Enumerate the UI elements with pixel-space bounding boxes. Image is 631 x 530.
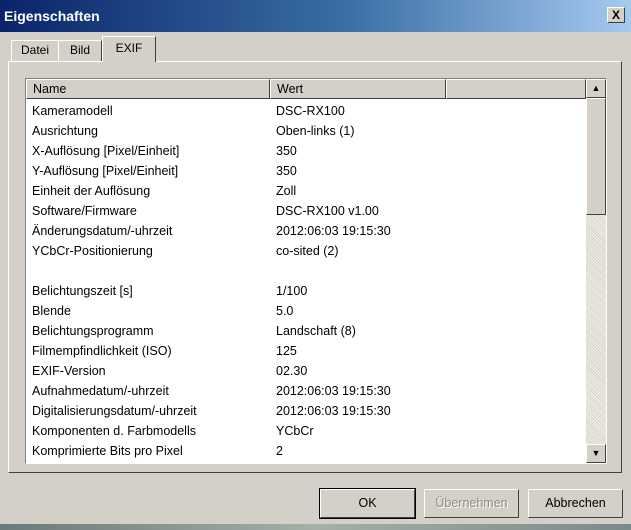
column-header-spacer xyxy=(446,79,586,99)
row-value: Oben-links (1) xyxy=(276,124,355,138)
row-name: Ausrichtung xyxy=(32,124,99,138)
scroll-thumb[interactable] xyxy=(586,98,606,215)
scroll-up-icon: ▲ xyxy=(591,83,601,93)
table-row[interactable]: Software/Firmware DSC-RX100 v1.00 xyxy=(26,201,586,221)
row-value: Zoll xyxy=(276,184,297,198)
row-value: DSC-RX100 xyxy=(276,104,345,118)
table-row[interactable]: Aufnahmedatum/-uhrzeit 2012:06:03 19:15:3… xyxy=(26,381,586,401)
table-row[interactable]: Filmempfindlichkeit (ISO) 125 xyxy=(26,341,586,361)
table-row[interactable]: Ausrichtung Oben-links (1) xyxy=(26,121,586,141)
row-value: 2 xyxy=(276,444,283,458)
window-title: Eigenschaften xyxy=(4,8,100,24)
row-value: 1/100 xyxy=(276,284,308,298)
close-button[interactable]: X xyxy=(607,7,625,23)
row-name: Digitalisierungsdatum/-uhrzeit xyxy=(32,404,197,418)
table-row[interactable]: Komponenten d. Farbmodells YCbCr xyxy=(26,421,586,441)
column-header-value[interactable]: Wert xyxy=(270,79,446,99)
row-value: 02.30 xyxy=(276,364,308,378)
row-value: 2012:06:03 19:15:30 xyxy=(276,224,391,238)
row-value: DSC-RX100 v1.00 xyxy=(276,204,379,218)
row-name: Aufnahmedatum/-uhrzeit xyxy=(32,384,169,398)
row-name: Software/Firmware xyxy=(32,204,137,218)
row-name: Blende xyxy=(32,304,71,318)
column-header-name[interactable]: Name xyxy=(26,79,270,99)
table-row[interactable]: Blende 5.0 xyxy=(26,301,586,321)
scroll-up-button[interactable]: ▲ xyxy=(586,79,606,98)
scroll-down-button[interactable]: ▼ xyxy=(586,444,606,463)
properties-dialog: Eigenschaften X Datei Bild EXIF Name Wer… xyxy=(0,0,631,530)
row-name: Filmempfindlichkeit (ISO) xyxy=(32,344,172,358)
row-value: 350 xyxy=(276,144,297,158)
row-value: 5.0 xyxy=(276,304,294,318)
row-value: 125 xyxy=(276,344,297,358)
apply-button[interactable]: Übernehmen xyxy=(424,489,519,518)
table-row[interactable]: Komprimierte Bits pro Pixel 2 xyxy=(26,441,586,461)
row-value: YCbCr xyxy=(276,424,314,438)
exif-list[interactable]: Name Wert Kameramodell DSC-RX100 Ausrichtu… xyxy=(25,78,607,464)
table-row[interactable] xyxy=(26,261,586,281)
close-icon: X xyxy=(611,8,620,22)
row-name: YCbCr-Positionierung xyxy=(32,244,153,258)
title-bar[interactable]: Eigenschaften X xyxy=(0,0,631,32)
table-row[interactable]: Y-Auflösung [Pixel/Einheit] 350 xyxy=(26,161,586,181)
vertical-scrollbar[interactable]: ▲ ▼ xyxy=(586,79,606,463)
desktop-background-strip xyxy=(0,524,631,530)
row-name: Komprimierte Bits pro Pixel xyxy=(32,444,183,458)
row-name: X-Auflösung [Pixel/Einheit] xyxy=(32,144,180,158)
row-value: 350 xyxy=(276,164,297,178)
table-row[interactable]: Kameramodell DSC-RX100 xyxy=(26,101,586,121)
table-row[interactable]: Einheit der Auflösung Zoll xyxy=(26,181,586,201)
table-row[interactable]: Digitalisierungsdatum/-uhrzeit 2012:06:03… xyxy=(26,401,586,421)
table-row[interactable]: YCbCr-Positionierung co-sited (2) xyxy=(26,241,586,261)
ok-button[interactable]: OK xyxy=(319,488,416,519)
tab-exif[interactable]: EXIF xyxy=(102,36,156,62)
row-name: Belichtungszeit [s] xyxy=(32,284,133,298)
table-row[interactable]: EXIF-Version 02.30 xyxy=(26,361,586,381)
row-value: co-sited (2) xyxy=(276,244,339,258)
table-row[interactable]: Änderungsdatum/-uhrzeit 2012:06:03 19:15:… xyxy=(26,221,586,241)
list-rows: Kameramodell DSC-RX100 Ausrichtung Oben-lin… xyxy=(26,101,586,461)
tab-datei[interactable]: Datei xyxy=(11,40,59,61)
row-value: 2012:06:03 19:15:30 xyxy=(276,404,391,418)
table-row[interactable]: Belichtungszeit [s] 1/100 xyxy=(26,281,586,301)
table-row[interactable]: Belichtungsprogramm Landschaft (8) xyxy=(26,321,586,341)
scroll-down-icon: ▼ xyxy=(591,448,601,458)
row-name: Y-Auflösung [Pixel/Einheit] xyxy=(32,164,179,178)
row-name: Änderungsdatum/-uhrzeit xyxy=(32,224,173,238)
row-value: Landschaft (8) xyxy=(276,324,356,338)
row-name: Komponenten d. Farbmodells xyxy=(32,424,196,438)
row-name: Belichtungsprogramm xyxy=(32,324,154,338)
row-name: Einheit der Auflösung xyxy=(32,184,151,198)
list-header: Name Wert xyxy=(26,79,586,99)
tab-bild[interactable]: Bild xyxy=(58,40,102,61)
table-row[interactable]: X-Auflösung [Pixel/Einheit] 350 xyxy=(26,141,586,161)
row-name: Kameramodell xyxy=(32,104,113,118)
row-value: 2012:06:03 19:15:30 xyxy=(276,384,391,398)
row-name: EXIF-Version xyxy=(32,364,106,378)
cancel-button[interactable]: Abbrechen xyxy=(528,489,623,518)
